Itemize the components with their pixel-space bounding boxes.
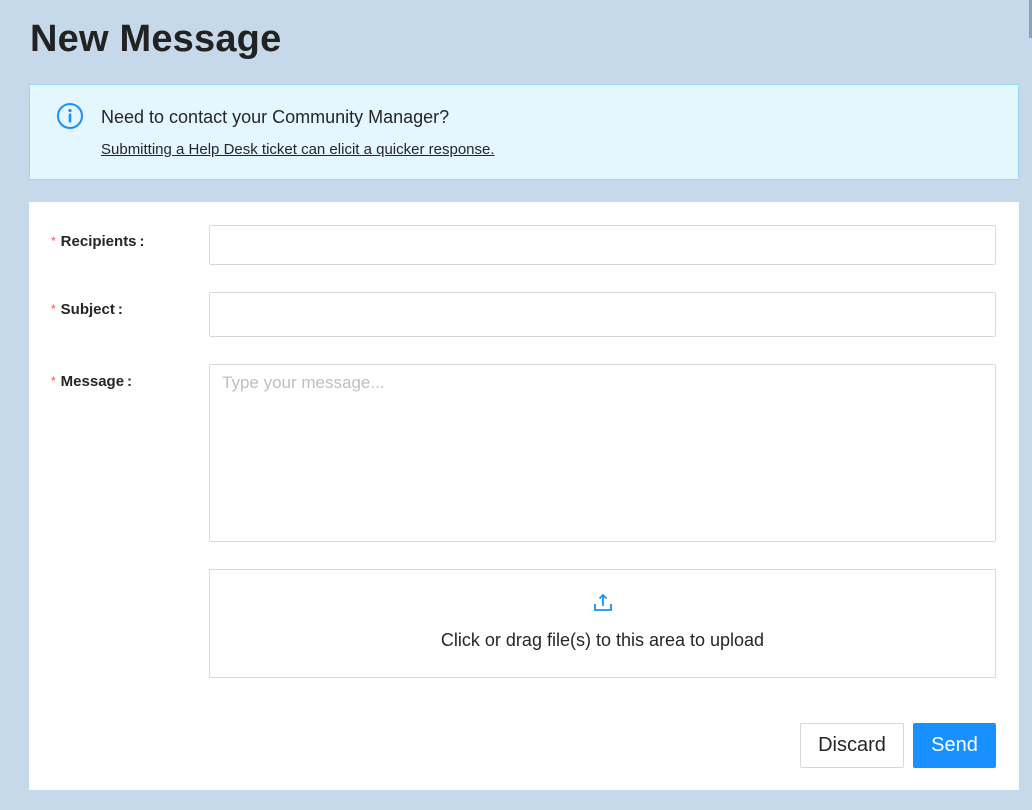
info-circle-icon xyxy=(57,103,83,129)
message-textarea[interactable] xyxy=(209,364,996,542)
required-mark: * xyxy=(51,234,56,248)
upload-text: Click or drag file(s) to this area to up… xyxy=(440,630,765,650)
subject-input[interactable] xyxy=(209,292,996,337)
discard-button[interactable]: Discard xyxy=(800,723,904,768)
upload-icon xyxy=(594,593,612,611)
send-button[interactable]: Send xyxy=(913,723,996,768)
info-alert: Need to contact your Community Manager? … xyxy=(29,84,1019,180)
page-title: New Message xyxy=(30,18,282,60)
subject-label: * Subject: xyxy=(51,301,123,318)
required-mark: * xyxy=(51,302,56,316)
message-form: *Recipients: *Subject: *Message: Click o… xyxy=(29,202,1019,790)
recipients-input[interactable] xyxy=(209,225,996,265)
required-mark: * xyxy=(51,374,56,388)
alert-title: Need to contact your Community Manager? xyxy=(101,107,450,127)
upload-dropzone[interactable]: Click or drag file(s) to this area to up… xyxy=(209,569,996,678)
recipients-label: * Recipients: xyxy=(51,233,145,250)
message-label: * Message: xyxy=(51,373,133,390)
help-desk-link[interactable]: Submitting a Help Desk ticket can elicit… xyxy=(101,141,495,158)
